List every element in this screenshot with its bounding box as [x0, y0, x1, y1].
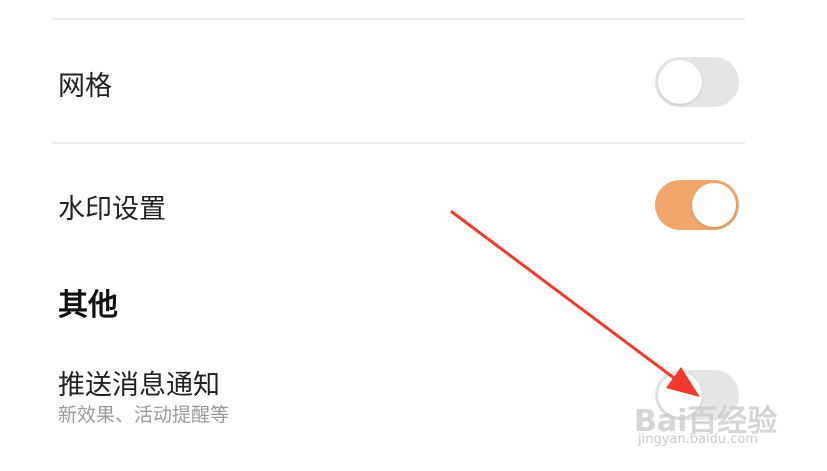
grid-divider	[52, 142, 745, 144]
push-notification-label: 推送消息通知	[58, 370, 220, 401]
push-toggle-knob	[658, 373, 702, 417]
grid-toggle[interactable]	[655, 57, 739, 107]
watermark-toggle[interactable]	[655, 180, 739, 230]
top-divider	[52, 18, 745, 20]
watermark-url: jingyan.baidu.com	[638, 432, 758, 447]
grid-toggle-knob	[658, 60, 702, 104]
push-notification-sublabel: 新效果、活动提醒等	[58, 404, 230, 426]
watermark-settings-label: 水印设置	[58, 194, 166, 225]
grid-label: 网格	[58, 71, 112, 102]
section-title-other: 其他	[58, 288, 118, 323]
push-notification-toggle[interactable]	[655, 370, 739, 420]
watermark-toggle-knob	[692, 183, 736, 227]
